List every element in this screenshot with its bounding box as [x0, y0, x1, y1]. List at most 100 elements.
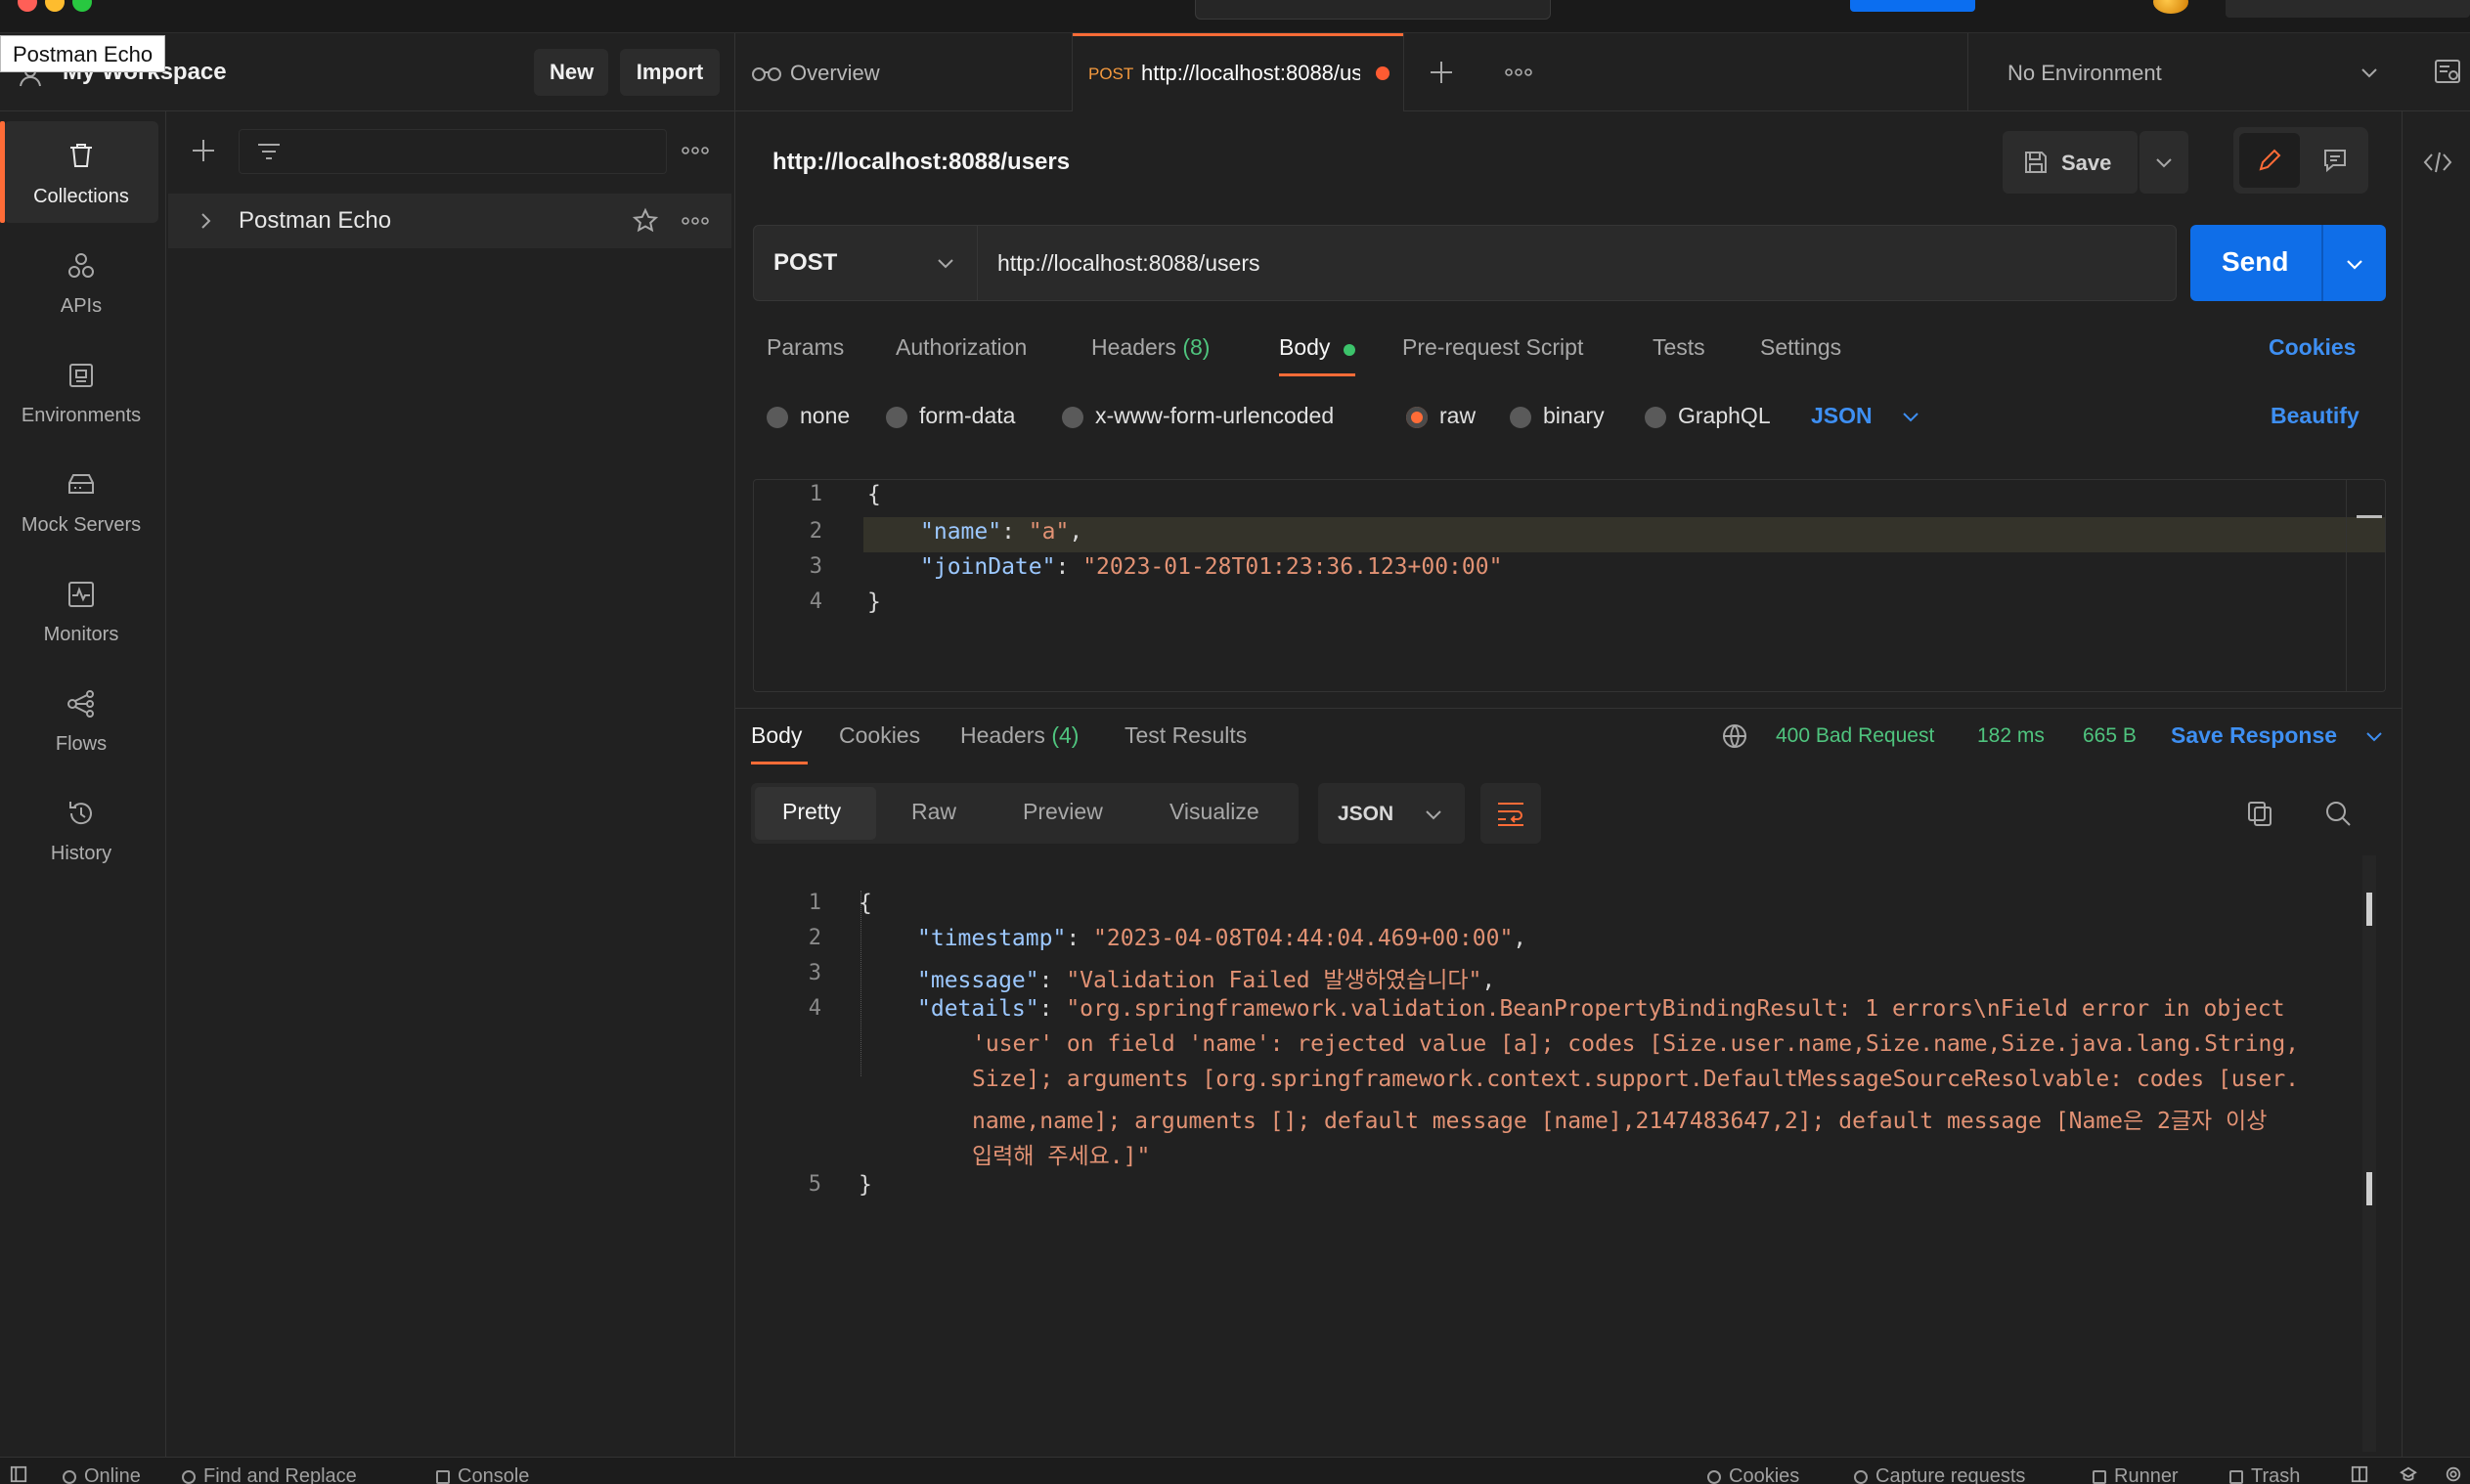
response-time[interactable]: 182 ms [1977, 724, 2045, 748]
capture-requests-button[interactable]: Capture requests [1854, 1465, 2025, 1484]
cookies-link[interactable]: Cookies [2269, 334, 2356, 361]
radio-binary[interactable] [1510, 407, 1531, 428]
chevron-down-icon[interactable] [2345, 254, 2364, 274]
sidebar-item-mock-servers[interactable]: Mock Servers [4, 450, 158, 551]
sidebar-item-flows[interactable]: Flows [4, 669, 158, 770]
sidebar-item-environments[interactable]: Environments [4, 340, 158, 442]
avatar[interactable] [2153, 0, 2188, 14]
upgrade-button[interactable] [2226, 0, 2470, 18]
online-status[interactable]: Online [63, 1465, 141, 1484]
plus-icon[interactable] [190, 137, 217, 164]
filter-input[interactable] [239, 129, 667, 174]
status-code[interactable]: 400 Bad Request [1776, 724, 1934, 748]
star-icon[interactable] [632, 207, 659, 235]
edit-mode-button[interactable] [2239, 133, 2300, 188]
environment-select[interactable]: No Environment [1967, 33, 2402, 111]
settings-icon[interactable] [2445, 1465, 2462, 1483]
radio-none[interactable] [767, 407, 788, 428]
save-button[interactable]: Save [2003, 131, 2138, 194]
tab-settings[interactable]: Settings [1760, 334, 1841, 361]
maximize-window-icon[interactable] [72, 0, 92, 12]
collection-row[interactable]: Postman Echo [168, 194, 731, 248]
code-icon[interactable] [2422, 151, 2453, 174]
body-format-select[interactable]: JSON [1811, 403, 1873, 429]
radio-raw[interactable] [1406, 407, 1428, 428]
bootcamp-icon[interactable] [2400, 1465, 2417, 1483]
tab-headers[interactable]: Headers (8) [1091, 334, 1210, 361]
view-pretty[interactable]: Pretty [782, 799, 841, 825]
tab-overview[interactable]: Overview [735, 33, 1072, 111]
response-format-select[interactable]: JSON [1318, 783, 1465, 844]
tab-response-headers[interactable]: Headers (4) [960, 722, 1079, 749]
save-response-button[interactable]: Save Response [2171, 722, 2337, 749]
radio-form-data[interactable] [886, 407, 907, 428]
console-button[interactable]: Console [436, 1465, 529, 1484]
view-preview[interactable]: Preview [1023, 799, 1103, 825]
plus-icon[interactable] [1428, 59, 1455, 86]
radio-label[interactable]: binary [1543, 403, 1605, 429]
sidebar-item-label: History [50, 843, 112, 864]
radio-urlencoded[interactable] [1062, 407, 1083, 428]
tab-pre-request-script[interactable]: Pre-request Script [1402, 334, 1583, 361]
copy-icon[interactable] [2245, 799, 2274, 828]
more-options-icon[interactable] [681, 147, 710, 154]
radio-label[interactable]: raw [1439, 403, 1476, 429]
tooltip: Postman Echo [0, 35, 166, 72]
tab-test-results[interactable]: Test Results [1125, 722, 1247, 749]
tab-request[interactable]: POST http://localhost:8088/users [1072, 33, 1404, 111]
cookies-button[interactable]: Cookies [1707, 1465, 1799, 1484]
more-options-icon[interactable] [681, 217, 710, 225]
tab-tests[interactable]: Tests [1653, 334, 1705, 361]
tab-body[interactable]: Body [1279, 334, 1330, 361]
tab-authorization[interactable]: Authorization [896, 334, 1027, 361]
invite-button[interactable] [1850, 0, 1975, 12]
status-label: Cookies [1729, 1465, 1800, 1484]
close-window-icon[interactable] [18, 0, 37, 12]
minimize-window-icon[interactable] [45, 0, 65, 12]
chevron-right-icon[interactable] [196, 211, 215, 231]
chevron-down-icon[interactable] [2364, 726, 2384, 746]
request-body-editor[interactable]: 1 2 3 4 { "name": "a", "joinDate": "2023… [753, 479, 2386, 692]
response-body-viewer[interactable]: 1 2 3 4 5 { "timestamp": "2023-04-08T04:… [735, 855, 2402, 1452]
view-visualize[interactable]: Visualize [1169, 799, 1259, 825]
import-button[interactable]: Import [620, 49, 720, 96]
collection-name[interactable]: Postman Echo [239, 207, 391, 235]
tab-params[interactable]: Params [767, 334, 844, 361]
runner-button[interactable]: Runner [2093, 1465, 2179, 1484]
radio-label[interactable]: x-www-form-urlencoded [1095, 403, 1334, 429]
more-options-icon[interactable] [1504, 68, 1533, 76]
new-button[interactable]: New [534, 49, 608, 96]
sidebar-item-apis[interactable]: APIs [4, 231, 158, 332]
view-raw[interactable]: Raw [911, 799, 956, 825]
sidebar-item-monitors[interactable]: Monitors [4, 559, 158, 661]
save-options-button[interactable] [2139, 131, 2188, 194]
chevron-down-icon[interactable] [1901, 407, 1920, 426]
send-button[interactable]: Send [2190, 225, 2386, 301]
radio-label[interactable]: none [800, 403, 850, 429]
trash-button[interactable]: Trash [2229, 1465, 2300, 1484]
search-postman-input[interactable] [1195, 0, 1551, 20]
globe-icon[interactable] [1721, 722, 1748, 750]
request-title[interactable]: http://localhost:8088/users [772, 149, 1070, 176]
search-icon[interactable] [2323, 799, 2353, 828]
tab-response-body[interactable]: Body [751, 722, 802, 749]
beautify-link[interactable]: Beautify [2271, 403, 2360, 429]
toggle-sidebar-icon[interactable] [10, 1465, 27, 1483]
comment-icon[interactable] [2321, 147, 2349, 174]
edit-comment-toggle[interactable] [2233, 127, 2368, 194]
radio-label[interactable]: GraphQL [1678, 403, 1771, 429]
method-select[interactable]: POST [753, 225, 978, 301]
two-pane-icon[interactable] [2351, 1465, 2368, 1483]
environment-quick-look-icon[interactable] [2433, 57, 2462, 86]
tab-response-cookies[interactable]: Cookies [839, 722, 920, 749]
status-bar: Online Find and Replace Console Cookies … [0, 1457, 2470, 1484]
sidebar-item-history[interactable]: History [4, 778, 158, 880]
response-scrollbar[interactable] [2362, 855, 2376, 1452]
radio-label[interactable]: form-data [919, 403, 1015, 429]
radio-graphql[interactable] [1645, 407, 1666, 428]
wrap-lines-button[interactable] [1480, 783, 1541, 844]
response-size[interactable]: 665 B [2083, 724, 2137, 748]
sidebar-item-collections[interactable]: Collections [0, 121, 158, 223]
find-replace-button[interactable]: Find and Replace [182, 1465, 357, 1484]
url-input[interactable]: http://localhost:8088/users [978, 225, 2177, 301]
